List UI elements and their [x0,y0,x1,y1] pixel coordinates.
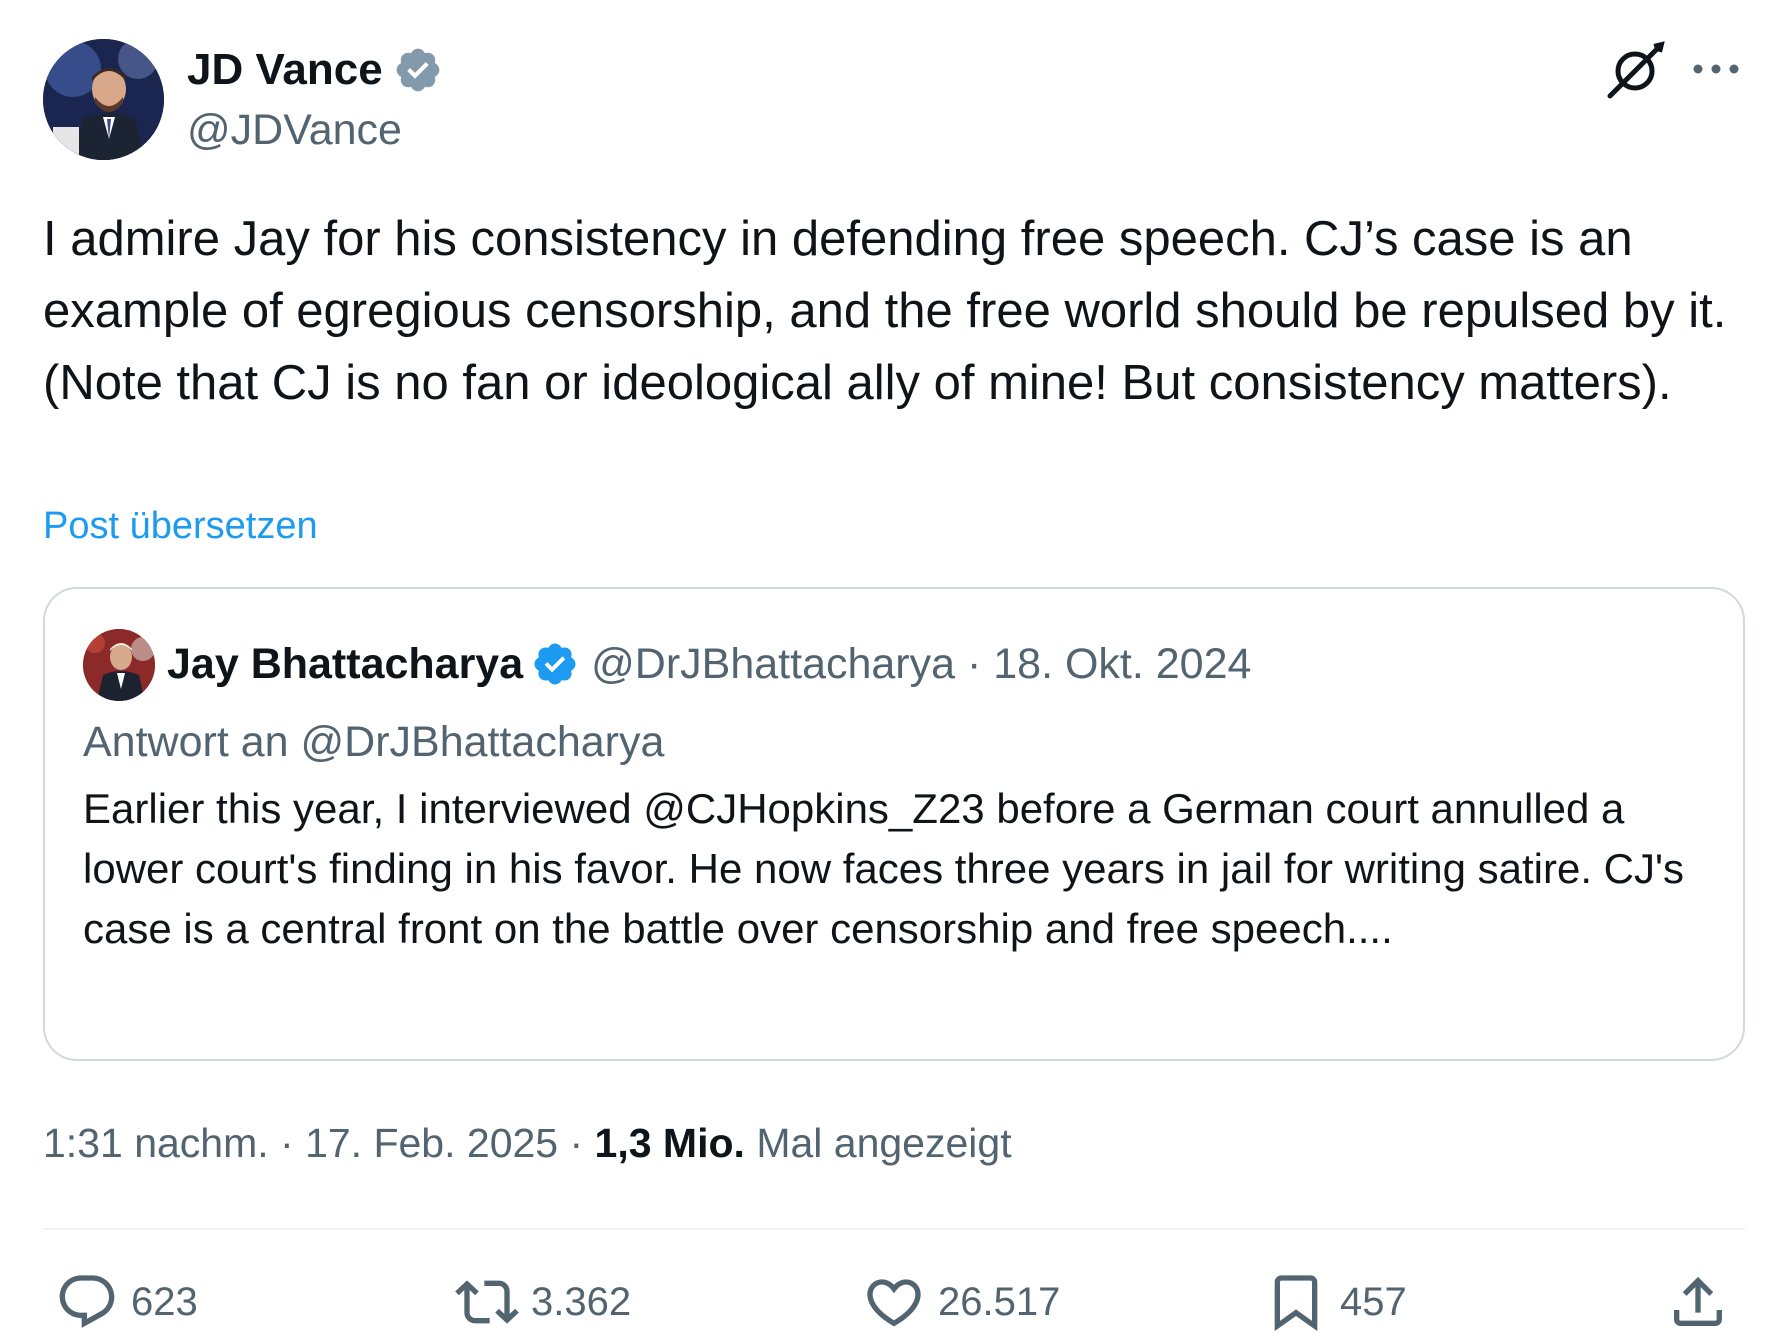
reply-icon [59,1275,115,1328]
repost-icon [455,1280,519,1324]
verified-badge-icon[interactable] [393,45,443,95]
bookmark-button[interactable]: 457 [1264,1262,1407,1342]
tweet-meta: 1:31 nachm. · 17. Feb. 2025 · 1,3 Mio. M… [43,1116,1012,1170]
quoted-author-name[interactable]: Jay Bhattacharya [167,637,523,691]
quoted-header: Jay Bhattacharya @DrJBhattacharya · 18. … [167,637,1251,691]
quoted-author-avatar[interactable] [83,629,155,701]
quoted-handle-date: @DrJBhattacharya · 18. Okt. 2024 [591,640,1252,688]
views-label: Mal angezeigt [744,1120,1012,1166]
quoted-tweet[interactable]: Jay Bhattacharya @DrJBhattacharya · 18. … [43,587,1745,1061]
author-name-text[interactable]: JD Vance [187,44,383,96]
bookmark-count: 457 [1340,1279,1407,1324]
grok-icon[interactable] [1604,40,1666,102]
repost-button[interactable]: 3.362 [455,1262,631,1342]
like-count: 26.517 [938,1279,1061,1324]
quoted-reply-to: Antwort an @DrJBhattacharya [83,718,665,766]
author-avatar[interactable] [43,39,164,160]
share-icon [1674,1276,1722,1326]
translate-link[interactable]: Post übersetzen [43,502,318,550]
like-button[interactable]: 26.517 [862,1262,1060,1342]
tweet-timestamp[interactable]: 1:31 nachm. · 17. Feb. 2025 · [43,1120,595,1166]
verified-badge-icon[interactable] [531,640,579,688]
action-bar: 623 3.362 26.517 457 [0,1262,1782,1342]
bookmark-icon [1274,1275,1318,1332]
author-handle[interactable]: @JDVance [187,104,402,156]
tweet-detail: JD Vance @JDVance I admire Jay for his c… [0,0,1782,1342]
more-icon[interactable] [1690,52,1742,86]
share-button[interactable] [1666,1262,1742,1342]
views-count: 1,3 Mio. [594,1120,745,1166]
divider [43,1228,1745,1230]
author-name[interactable]: JD Vance [187,44,443,96]
reply-count: 623 [131,1279,198,1324]
repost-count: 3.362 [531,1279,632,1324]
reply-button[interactable]: 623 [55,1262,198,1342]
tweet-text: I admire Jay for his consistency in defe… [43,212,1727,410]
like-icon [867,1279,921,1327]
quoted-text: Earlier this year, I interviewed @CJHopk… [83,785,1685,952]
